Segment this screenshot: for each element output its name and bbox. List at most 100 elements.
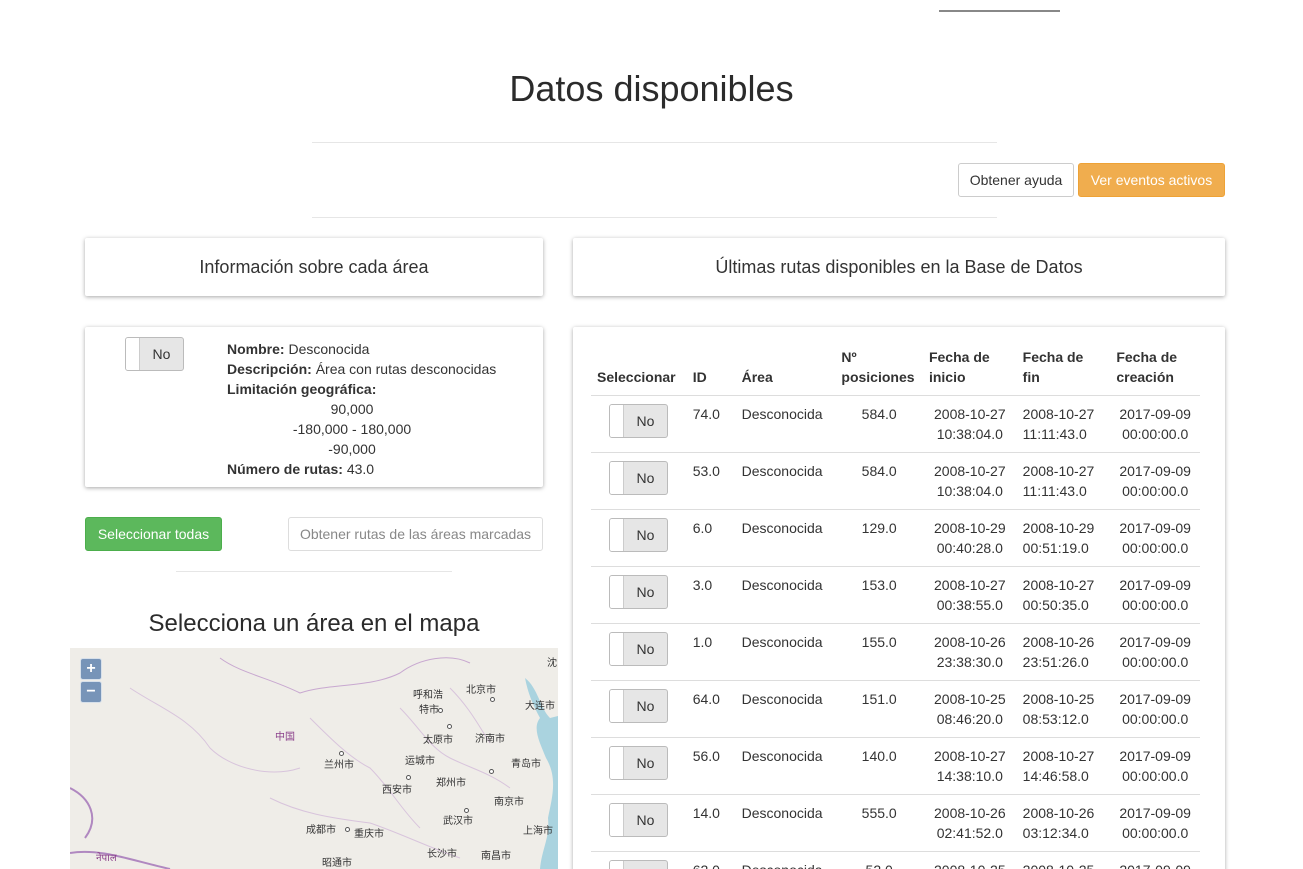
toggle-label: No: [636, 470, 655, 486]
cell-start: 2008-10-25 08:46:20.0: [922, 680, 1017, 738]
map-label: 武汉市: [443, 816, 473, 827]
cell-end: 2008-10-26 23:51:26.0: [1016, 623, 1111, 681]
cell-id: 14.0: [686, 794, 736, 852]
map-label: 沈: [547, 658, 557, 669]
cell-created: 2017-09-09 00:00:00.0: [1110, 623, 1200, 681]
cell-positions: 151.0: [835, 680, 923, 738]
routes-header: Últimas rutas disponibles en la Base de …: [573, 238, 1225, 296]
get-routes-button[interactable]: Obtener rutas de las áreas marcadas: [288, 517, 543, 551]
table-row: No 6.0 Desconocida 129.0 2008-10-29 00:40…: [591, 509, 1200, 567]
toggle-knob: [610, 519, 624, 551]
col-start: Fecha de inicio: [922, 341, 1017, 396]
row-toggle[interactable]: No: [609, 518, 668, 552]
cell-positions: 153.0: [835, 566, 923, 624]
routes-count-value: 43.0: [346, 461, 375, 477]
zoom-in-button[interactable]: +: [80, 658, 102, 680]
toggle-knob: [610, 690, 624, 722]
cell-start: 2008-10-27 00:38:55.0: [922, 566, 1017, 624]
map-label: 青岛市: [511, 759, 541, 770]
geo-north: 90,000: [330, 401, 374, 417]
col-id: ID: [686, 341, 736, 396]
cell-select: No: [591, 509, 687, 567]
cell-area: Desconocida: [735, 623, 836, 681]
cell-area: Desconocida: [735, 794, 836, 852]
city-marker: [406, 775, 411, 780]
map-label: 呼和浩: [413, 690, 443, 701]
map-label: 大连市: [525, 701, 555, 712]
cell-end: 2008-10-27 00:50:35.0: [1016, 566, 1111, 624]
map-label: नेपाल: [96, 853, 117, 864]
row-toggle[interactable]: No: [609, 632, 668, 666]
table-row: No 53.0 Desconocida 584.0 2008-10-27 10:3…: [591, 452, 1200, 510]
row-toggle[interactable]: No: [609, 860, 668, 869]
toggle-label: No: [636, 527, 655, 543]
cell-end: 2008-10-25: [1016, 851, 1111, 869]
area-name-value: Desconocida: [288, 341, 370, 357]
cell-created: 2017-09-09 00:00:00.0: [1110, 452, 1200, 510]
row-toggle[interactable]: No: [609, 575, 668, 609]
page-title: Datos disponibles: [509, 68, 794, 109]
toggle-label: No: [636, 698, 655, 714]
row-toggle[interactable]: No: [609, 803, 668, 837]
cell-id: 53.0: [686, 452, 736, 510]
map-label: 南京市: [494, 797, 524, 808]
area-card: No Nombre: Desconocida Descripción: Área…: [85, 327, 543, 487]
city-marker: [489, 769, 494, 774]
map[interactable]: + − 沈 呼和浩 特市 北京市 大连市 中国 太原市 济南市 兰州市 运城市 …: [70, 648, 558, 869]
row-toggle[interactable]: No: [609, 746, 668, 780]
map-divider: [176, 571, 452, 572]
row-toggle[interactable]: No: [609, 461, 668, 495]
active-events-button[interactable]: Ver eventos activos: [1078, 163, 1225, 197]
routes-table: Seleccionar ID Área Nº posiciones Fecha d…: [591, 341, 1200, 869]
city-marker: [464, 808, 469, 813]
zoom-out-button[interactable]: −: [80, 681, 102, 703]
routes-card: Seleccionar ID Área Nº posiciones Fecha d…: [573, 327, 1225, 869]
cell-created: 2017-09-09: [1110, 851, 1200, 869]
area-info-header: Información sobre cada área: [85, 238, 543, 296]
cell-id: 74.0: [686, 395, 736, 453]
map-label: 南昌市: [481, 851, 511, 862]
col-area: Área: [735, 341, 836, 396]
select-all-button[interactable]: Seleccionar todas: [85, 517, 222, 551]
toggle-label: No: [636, 584, 655, 600]
map-label: 昭通市: [322, 858, 352, 869]
toggle-knob: [610, 804, 624, 836]
cell-start: 2008-10-25: [922, 851, 1017, 869]
row-toggle[interactable]: No: [609, 404, 668, 438]
cell-end: 2008-10-27 14:46:58.0: [1016, 737, 1111, 795]
row-toggle[interactable]: No: [609, 689, 668, 723]
toggle-knob: [126, 338, 140, 370]
cell-select: No: [591, 851, 687, 869]
geo-longitude: -180,000 - 180,000: [292, 421, 412, 437]
actions-divider: [312, 217, 997, 218]
table-row: No 1.0 Desconocida 155.0 2008-10-26 23:38…: [591, 623, 1200, 681]
col-end: Fecha de fin: [1016, 341, 1111, 396]
area-details: Nombre: Desconocida Descripción: Área co…: [227, 339, 496, 479]
col-created: Fecha de creación: [1110, 341, 1200, 396]
map-label: 西安市: [382, 785, 412, 796]
geo-limit-label: Limitación geográfica:: [227, 381, 377, 397]
cell-created: 2017-09-09 00:00:00.0: [1110, 794, 1200, 852]
cell-positions: 129.0: [835, 509, 923, 567]
city-marker: [339, 751, 344, 756]
cell-area: Desconocida: [735, 509, 836, 567]
help-button[interactable]: Obtener ayuda: [958, 163, 1074, 197]
geo-south: -90,000: [328, 441, 376, 457]
toggle-knob: [610, 576, 624, 608]
cell-end: 2008-10-25 08:53:12.0: [1016, 680, 1111, 738]
toggle-label: No: [152, 346, 171, 362]
toggle-knob: [610, 747, 624, 779]
toggle-label: No: [636, 413, 655, 429]
city-marker: [490, 697, 495, 702]
cell-select: No: [591, 737, 687, 795]
cell-id: 6.0: [686, 509, 736, 567]
table-row: No 62.0 Desconocida 52.0 2008-10-25 2008…: [591, 851, 1200, 869]
cell-select: No: [591, 395, 687, 453]
area-toggle[interactable]: No: [125, 337, 184, 371]
cell-positions: 584.0: [835, 395, 923, 453]
toggle-knob: [610, 633, 624, 665]
cell-select: No: [591, 680, 687, 738]
cell-created: 2017-09-09 00:00:00.0: [1110, 395, 1200, 453]
cell-positions: 155.0: [835, 623, 923, 681]
cell-area: Desconocida: [735, 395, 836, 453]
